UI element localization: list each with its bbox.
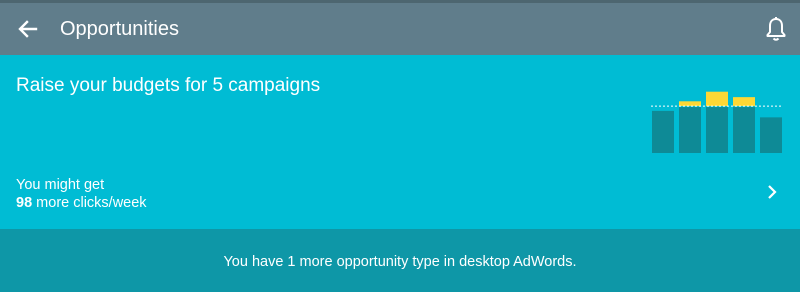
budget-increase-illustration bbox=[651, 91, 782, 153]
opportunity-headline: Raise your budgets for 5 campaigns bbox=[16, 75, 321, 96]
budget-bar bbox=[679, 107, 701, 153]
chevron-right-icon[interactable] bbox=[763, 182, 781, 202]
estimate-value: 98 bbox=[16, 195, 33, 211]
estimate-value-line: 98 more clicks/week bbox=[16, 194, 147, 212]
budget-bar bbox=[733, 107, 755, 153]
footer-message: You have 1 more opportunity type in desk… bbox=[223, 254, 577, 270]
budget-gain-bar bbox=[733, 97, 755, 107]
app-bar: Opportunities bbox=[0, 3, 800, 55]
budget-gain-bar bbox=[706, 91, 728, 107]
arrow-left-icon[interactable] bbox=[14, 15, 42, 43]
estimate-label: You might get bbox=[16, 177, 105, 193]
budget-bar bbox=[760, 117, 782, 153]
estimate-unit: more clicks/week bbox=[36, 195, 147, 211]
opportunity-card[interactable]: Raise your budgets for 5 campaigns You m… bbox=[0, 55, 800, 229]
budget-gain-bar bbox=[679, 101, 701, 107]
budget-bar bbox=[652, 110, 674, 153]
page-title: Opportunities bbox=[60, 18, 179, 40]
budget-bar bbox=[706, 107, 728, 153]
footer-banner: You have 1 more opportunity type in desk… bbox=[0, 229, 800, 292]
bell-icon[interactable] bbox=[763, 15, 789, 43]
